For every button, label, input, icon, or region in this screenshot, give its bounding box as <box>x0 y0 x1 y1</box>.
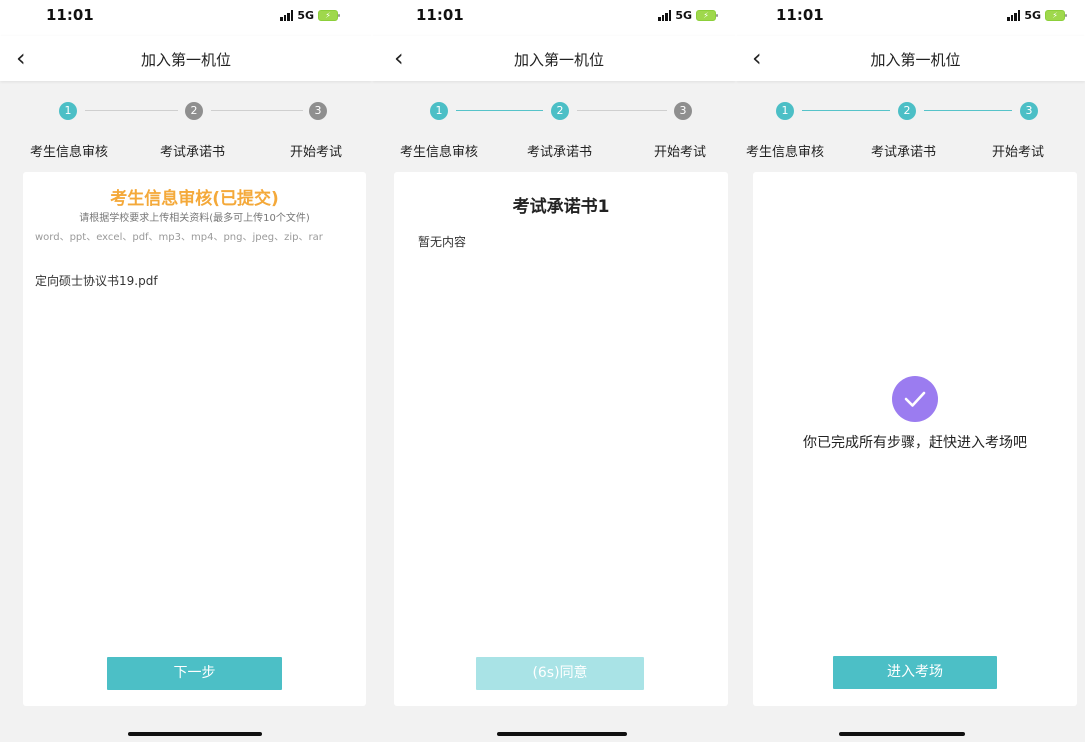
step-3-circle: 3 <box>674 102 692 120</box>
stepper: 1 2 3 考生信息审核 考试承诺书 开始考试 <box>0 96 372 160</box>
screen-student-info-review: 11:01 5G ⚡ ‹ 加入第一机位 1 2 3 考生信息审核 考试承诺书 开… <box>0 0 372 742</box>
step-3-label: 开始考试 <box>290 145 343 160</box>
step-1-circle: 1 <box>59 102 77 120</box>
status-bar: 11:01 5G ⚡ <box>0 0 372 36</box>
status-time: 11:01 <box>776 6 824 24</box>
stepper: 1 2 3 考生信息审核 考试承诺书 开始考试 <box>372 96 736 160</box>
network-label: 5G <box>1024 9 1041 22</box>
battery-icon: ⚡ <box>696 10 718 21</box>
step-connector <box>924 110 1012 111</box>
screen-start-exam: 11:01 5G ⚡ ‹ 加入第一机位 1 2 3 考生信息审核 考试承诺书 开… <box>736 0 1085 742</box>
page-title: 加入第一机位 <box>870 51 961 69</box>
battery-icon: ⚡ <box>318 10 340 21</box>
page-title: 加入第一机位 <box>513 51 604 69</box>
step-2-label: 考试承诺书 <box>527 145 593 160</box>
pledge-content: 暂无内容 <box>418 235 467 249</box>
nav-bar: ‹ 加入第一机位 <box>372 36 736 81</box>
signal-icon <box>280 10 294 21</box>
uploaded-file-link[interactable]: 定向硕士协议书19.pdf <box>35 272 158 289</box>
completion-message: 你已完成所有步骤，赶快进入考场吧 <box>803 435 1027 451</box>
step-1-label: 考生信息审核 <box>400 145 479 160</box>
network-label: 5G <box>297 9 314 22</box>
step-3-circle: 3 <box>1020 102 1038 120</box>
nav-bar: ‹ 加入第一机位 <box>0 36 372 81</box>
review-card: 考生信息审核(已提交) 请根据学校要求上传相关资料(最多可上传10个文件) wo… <box>23 172 366 706</box>
network-label: 5G <box>675 9 692 22</box>
battery-icon: ⚡ <box>1045 10 1067 21</box>
stepper: 1 2 3 考生信息审核 考试承诺书 开始考试 <box>736 96 1085 160</box>
step-1-label: 考生信息审核 <box>30 145 109 160</box>
signal-icon <box>1007 10 1021 21</box>
step-2-label: 考试承诺书 <box>160 145 226 160</box>
step-3-label: 开始考试 <box>654 145 707 160</box>
step-connector <box>802 110 890 111</box>
status-time: 11:01 <box>46 6 94 24</box>
step-1-circle: 1 <box>776 102 794 120</box>
pledge-title: 考试承诺书1 <box>512 197 610 217</box>
step-connector <box>577 110 667 111</box>
pledge-card: 考试承诺书1 暂无内容 (6s)同意 <box>394 172 728 706</box>
page-title: 加入第一机位 <box>140 51 231 69</box>
step-1-label: 考生信息审核 <box>746 145 825 160</box>
step-connector <box>85 110 178 111</box>
step-2-circle: 2 <box>898 102 916 120</box>
home-indicator <box>839 732 965 736</box>
checkmark-icon <box>892 376 938 422</box>
step-2-circle: 2 <box>551 102 569 120</box>
next-step-button[interactable]: 下一步 <box>107 657 282 690</box>
upload-instructions: 请根据学校要求上传相关资料(最多可上传10个文件) <box>79 213 310 224</box>
home-indicator <box>128 732 262 736</box>
nav-bar: ‹ 加入第一机位 <box>736 36 1085 81</box>
step-connector <box>211 110 303 111</box>
status-time: 11:01 <box>416 6 464 24</box>
allowed-file-types: word、ppt、excel、pdf、mp3、mp4、png、jpeg、zip、… <box>35 232 323 243</box>
agree-button[interactable]: (6s)同意 <box>476 657 644 690</box>
step-connector <box>456 110 543 111</box>
step-1-circle: 1 <box>430 102 448 120</box>
completion-card: 你已完成所有步骤，赶快进入考场吧 进入考场 <box>753 172 1077 706</box>
enter-exam-button[interactable]: 进入考场 <box>833 656 997 689</box>
step-2-circle: 2 <box>185 102 203 120</box>
signal-icon <box>658 10 672 21</box>
status-bar: 11:01 5G ⚡ <box>372 0 736 36</box>
screen-exam-pledge: 11:01 5G ⚡ ‹ 加入第一机位 1 2 3 考生信息审核 考试承诺书 开… <box>372 0 736 742</box>
status-bar: 11:01 5G ⚡ <box>736 0 1085 36</box>
step-3-label: 开始考试 <box>992 145 1045 160</box>
review-title: 考生信息审核(已提交) <box>110 189 279 209</box>
step-2-label: 考试承诺书 <box>871 145 937 160</box>
step-3-circle: 3 <box>309 102 327 120</box>
home-indicator <box>497 732 627 736</box>
